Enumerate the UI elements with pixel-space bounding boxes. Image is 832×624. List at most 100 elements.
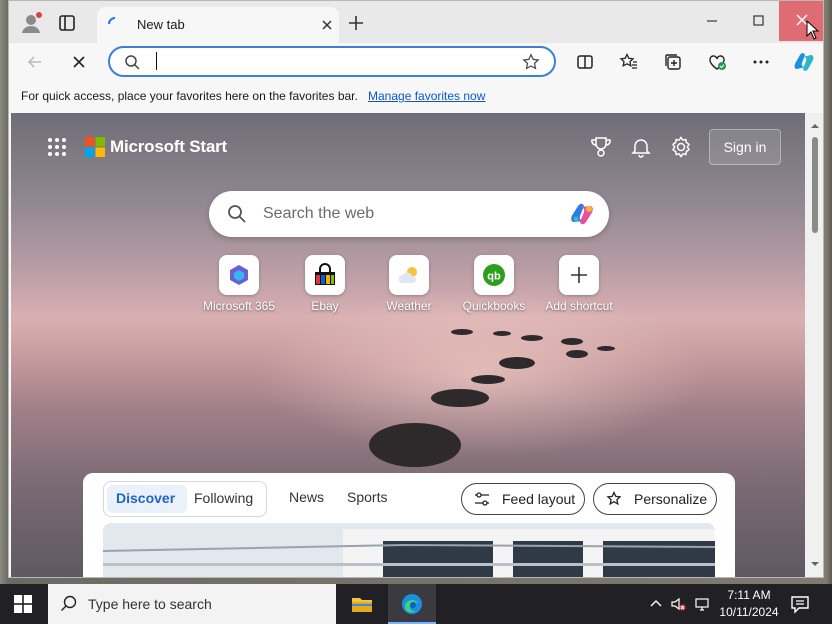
network-icon[interactable] — [694, 596, 710, 612]
more-options-icon[interactable] — [751, 52, 771, 72]
feed-layout-button[interactable]: Feed layout — [461, 483, 585, 515]
search-icon — [124, 54, 140, 70]
ebay-icon — [315, 263, 335, 285]
sign-in-button[interactable]: Sign in — [709, 129, 781, 165]
clock-date: 10/11/2024 — [719, 605, 779, 619]
shortcut-tile — [389, 255, 429, 295]
taskbar-search-box[interactable]: Type here to search — [48, 584, 336, 624]
add-shortcut-button[interactable]: Add shortcut — [539, 255, 619, 315]
split-screen-icon[interactable] — [575, 52, 595, 72]
tab-discover[interactable]: Discover — [116, 490, 175, 506]
sparkle-star-icon — [606, 490, 622, 507]
taskbar-search-placeholder: Type here to search — [88, 596, 212, 612]
windows-start-icon[interactable] — [14, 595, 32, 613]
microsoft-logo-icon — [85, 137, 105, 157]
svg-text:qb: qb — [487, 271, 501, 283]
tab-title: New tab — [137, 17, 185, 32]
taskbar-file-explorer[interactable] — [338, 584, 386, 624]
shortcut-microsoft-365[interactable]: Microsoft 365 — [199, 255, 279, 315]
taskbar-edge[interactable] — [388, 584, 436, 624]
sliders-icon — [474, 491, 490, 507]
windows-taskbar: Type here to search 7:11 AM 10/11/2024 — [0, 584, 832, 624]
stop-loading-icon[interactable] — [69, 52, 89, 72]
maximize-button[interactable] — [735, 1, 781, 41]
volume-muted-icon[interactable] — [670, 596, 686, 612]
favorites-bar: For quick access, place your favorites h… — [9, 81, 823, 111]
profile-avatar-icon[interactable] — [19, 11, 43, 35]
shortcut-label: Microsoft 365 — [202, 299, 276, 313]
personalize-label: Personalize — [634, 491, 708, 507]
favorite-star-icon[interactable] — [522, 53, 540, 71]
weather-icon — [398, 267, 417, 283]
browser-essentials-icon[interactable] — [707, 52, 727, 72]
tab-actions-icon[interactable] — [57, 13, 77, 33]
text-caret — [156, 52, 157, 70]
shortcut-label: Quickbooks — [462, 299, 526, 313]
stone-image — [521, 335, 543, 341]
brand-title: Microsoft Start — [110, 137, 227, 156]
search-placeholder: Search the web — [263, 205, 375, 222]
tab-new-tab[interactable]: New tab — [97, 7, 339, 43]
shortcut-quickbooks[interactable]: qb Quickbooks — [454, 255, 534, 315]
file-explorer-icon — [352, 598, 372, 612]
collections-icon[interactable] — [663, 52, 683, 72]
shortcut-label: Weather — [386, 299, 432, 313]
minimize-button[interactable] — [689, 1, 735, 41]
shortcut-ebay[interactable]: Ebay — [285, 255, 365, 315]
stone-image — [499, 357, 535, 369]
shortcut-label: Ebay — [311, 299, 339, 313]
shortcut-tile — [559, 255, 599, 295]
personalize-button[interactable]: Personalize — [593, 483, 717, 515]
stone-image — [369, 423, 461, 467]
shortcut-tile: qb — [474, 255, 514, 295]
app-launcher-icon[interactable] — [47, 137, 67, 157]
search-icon — [227, 204, 247, 224]
back-arrow-icon[interactable] — [25, 52, 45, 72]
new-tab-page: Microsoft Start Sign in Search the web M… — [11, 113, 805, 577]
favorites-icon[interactable] — [619, 52, 639, 72]
feed-layout-label: Feed layout — [502, 491, 576, 507]
favorites-bar-message: For quick access, place your favorites h… — [21, 89, 358, 103]
tab-news[interactable]: News — [289, 489, 324, 505]
stone-image — [566, 350, 588, 358]
notifications-bell-icon[interactable] — [629, 135, 653, 159]
settings-gear-icon[interactable] — [669, 135, 693, 159]
stone-image — [597, 346, 615, 351]
copilot-icon[interactable] — [791, 49, 817, 75]
feed-panel: Discover Following News Sports Feed layo… — [83, 473, 735, 577]
stone-image — [471, 375, 505, 384]
shortcut-weather[interactable]: Weather — [369, 255, 449, 315]
tab-sports[interactable]: Sports — [347, 489, 387, 505]
address-bar[interactable] — [108, 46, 556, 77]
microsoft-365-icon — [230, 265, 248, 285]
show-hidden-icons-chevron-icon[interactable] — [648, 596, 664, 612]
clock-time: 7:11 AM — [727, 588, 771, 602]
notifications-icon[interactable] — [790, 594, 810, 614]
close-tab-icon[interactable] — [319, 17, 335, 33]
scroll-up-arrow-icon[interactable] — [811, 117, 819, 128]
copilot-icon[interactable] — [567, 199, 597, 229]
quickbooks-icon: qb — [483, 264, 505, 286]
taskbar-clock[interactable]: 7:11 AM 10/11/2024 — [714, 587, 784, 621]
page-scrollbar[interactable] — [805, 113, 823, 577]
scroll-down-arrow-icon[interactable] — [811, 555, 819, 566]
feed-pill-group: Discover Following — [103, 481, 267, 517]
stone-image — [451, 329, 473, 335]
shortcut-tile — [305, 255, 345, 295]
shortcut-tile — [219, 255, 259, 295]
browser-toolbar — [9, 43, 823, 81]
feed-card-image[interactable] — [103, 523, 715, 577]
shortcut-label: Add shortcut — [545, 299, 613, 313]
mouse-pointer-icon — [806, 19, 820, 40]
tab-following[interactable]: Following — [194, 490, 253, 506]
rewards-trophy-icon[interactable] — [589, 135, 613, 159]
scrollbar-thumb[interactable] — [812, 137, 818, 233]
plus-icon — [571, 267, 587, 283]
new-tab-plus-icon[interactable] — [347, 14, 365, 32]
manage-favorites-link[interactable]: Manage favorites now — [368, 89, 485, 103]
web-search-box[interactable]: Search the web — [209, 191, 609, 237]
loading-spinner-icon — [107, 16, 123, 32]
edge-browser-icon — [402, 594, 422, 614]
edge-browser-window: New tab For quick access, place your fav… — [8, 0, 824, 578]
stone-image — [493, 331, 511, 336]
